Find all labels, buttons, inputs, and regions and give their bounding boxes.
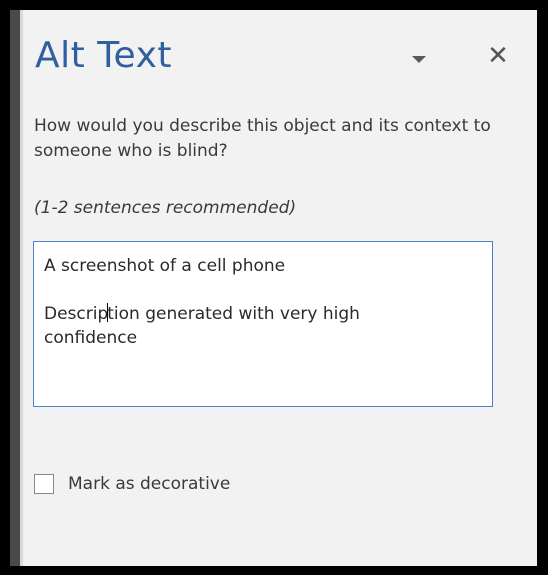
decorative-checkbox[interactable] [34, 474, 54, 494]
mark-decorative-option[interactable]: Mark as decorative [34, 472, 230, 496]
decorative-label[interactable]: Mark as decorative [68, 474, 230, 494]
description-text-before-caret: Descrip [44, 304, 109, 324]
chevron-down-icon[interactable] [412, 56, 426, 63]
pane-title: Alt Text [35, 35, 172, 76]
description-line-1: A screenshot of a cell phone [44, 256, 286, 276]
close-icon[interactable]: ✕ [486, 43, 510, 69]
description-prompt: How would you describe this object and i… [34, 116, 491, 161]
pane-splitter[interactable] [10, 10, 20, 566]
window-frame: Alt Text ✕ How would you describe this o… [0, 0, 548, 575]
recommendation-hint: (1-2 sentences recommended) [34, 198, 297, 218]
description-line-2: Description generated with very high [44, 302, 482, 326]
description-text-after-caret: tion generated with very high [107, 304, 360, 324]
description-line-3: confidence [44, 328, 138, 348]
alt-text-input[interactable]: A screenshot of a cell phone Description… [33, 241, 493, 407]
